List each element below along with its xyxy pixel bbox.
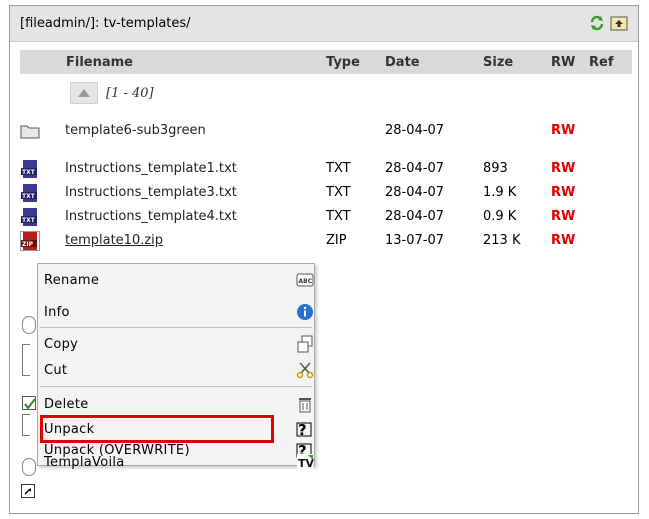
svg-text:TXT: TXT — [22, 217, 36, 224]
menu-separator — [40, 327, 312, 328]
file-rw: RW — [551, 209, 576, 224]
context-menu: Rename ABC Info Copy Cut Delete Unpack ?… — [37, 263, 315, 470]
svg-text:TXT: TXT — [22, 193, 36, 200]
path-bar-icons — [588, 14, 628, 32]
column-filename[interactable]: Filename — [66, 55, 133, 70]
file-date: 28-04-07 — [385, 185, 445, 200]
menu-separator — [40, 386, 312, 387]
file-size: 893 — [483, 161, 508, 176]
file-row[interactable]: ZIP template10.zip ZIP 13-07-07 213 K RW — [20, 230, 632, 252]
file-type: TXT — [326, 209, 351, 224]
highlight-box — [40, 415, 274, 443]
input-fragment — [22, 414, 30, 436]
file-rw: RW — [551, 161, 576, 176]
unpack-icon: ? — [296, 421, 312, 438]
svg-text:TV: TV — [298, 457, 314, 470]
column-size[interactable]: Size — [483, 55, 513, 70]
help-icon[interactable] — [22, 458, 36, 476]
svg-text:TXT: TXT — [22, 169, 36, 176]
file-date: 28-04-07 — [385, 161, 445, 176]
file-name[interactable]: Instructions_template4.txt — [65, 209, 237, 224]
file-date: 13-07-07 — [385, 233, 445, 248]
column-rw[interactable]: RW — [551, 55, 575, 70]
file-name[interactable]: template10.zip — [65, 233, 163, 248]
file-name[interactable]: template6-sub3green — [65, 123, 206, 138]
menu-item-rename[interactable]: Rename ABC — [38, 268, 314, 292]
file-row[interactable]: TXT Instructions_template3.txt TXT 28-04… — [20, 182, 632, 204]
menu-item-delete[interactable]: Delete — [38, 392, 314, 416]
copy-icon — [297, 335, 313, 353]
triangle-up-icon — [78, 89, 90, 97]
folder-icon — [20, 125, 40, 139]
file-rw: RW — [551, 123, 576, 138]
current-path: [fileadmin/]: tv-templates/ — [20, 16, 191, 31]
file-type: TXT — [326, 161, 351, 176]
expand-icon[interactable] — [21, 484, 35, 498]
file-row[interactable]: TXT Instructions_template4.txt TXT 28-04… — [20, 206, 632, 228]
file-rw: RW — [551, 185, 576, 200]
file-size: 213 K — [483, 233, 521, 248]
menu-item-templavoila[interactable]: TemplaVoila TV — [38, 453, 314, 471]
menu-item-cut[interactable]: Cut — [38, 358, 314, 382]
refresh-icon[interactable] — [588, 14, 606, 32]
file-browser: [fileadmin/]: tv-templates/ Filename Typ… — [9, 5, 639, 514]
txt-file-icon: TXT — [21, 208, 37, 226]
file-row[interactable]: TXT Instructions_template1.txt TXT 28-04… — [20, 158, 632, 180]
file-date: 28-04-07 — [385, 209, 445, 224]
svg-text:ABC: ABC — [299, 278, 313, 285]
info-icon — [297, 304, 313, 320]
cut-icon — [296, 362, 314, 379]
path-bar: [fileadmin/]: tv-templates/ — [10, 6, 638, 42]
menu-item-copy[interactable]: Copy — [38, 332, 314, 356]
txt-file-icon: TXT — [21, 160, 37, 178]
delete-icon — [299, 398, 311, 413]
file-size: 0.9 K — [483, 209, 517, 224]
file-name[interactable]: Instructions_template1.txt — [65, 161, 237, 176]
zip-file-icon: ZIP — [20, 231, 40, 251]
file-date: 28-04-07 — [385, 123, 445, 138]
file-type: TXT — [326, 185, 351, 200]
check-icon — [24, 398, 36, 410]
file-type: ZIP — [326, 233, 347, 248]
checkbox[interactable] — [22, 396, 36, 410]
file-row-folder[interactable]: template6-sub3green 28-04-07 RW — [20, 120, 632, 142]
column-date[interactable]: Date — [385, 55, 420, 70]
pagination: [1 - 40] — [70, 82, 154, 104]
page-up-button[interactable] — [70, 82, 98, 104]
column-ref[interactable]: Ref — [589, 55, 613, 70]
input-fragment — [22, 344, 30, 376]
page-range: [1 - 40] — [106, 85, 154, 101]
file-list-header: Filename Type Date Size RW Ref — [20, 50, 632, 74]
file-rw: RW — [551, 233, 576, 248]
svg-text:ZIP: ZIP — [22, 241, 34, 248]
file-name[interactable]: Instructions_template3.txt — [65, 185, 237, 200]
templavoila-icon: TV — [297, 454, 314, 470]
file-size: 1.9 K — [483, 185, 517, 200]
help-icon[interactable] — [22, 316, 36, 334]
rename-icon: ABC — [296, 273, 314, 287]
txt-file-icon: TXT — [21, 184, 37, 202]
column-type[interactable]: Type — [326, 55, 360, 70]
folder-up-icon[interactable] — [610, 14, 628, 32]
svg-text:?: ? — [298, 421, 307, 438]
menu-item-info[interactable]: Info — [38, 300, 314, 324]
